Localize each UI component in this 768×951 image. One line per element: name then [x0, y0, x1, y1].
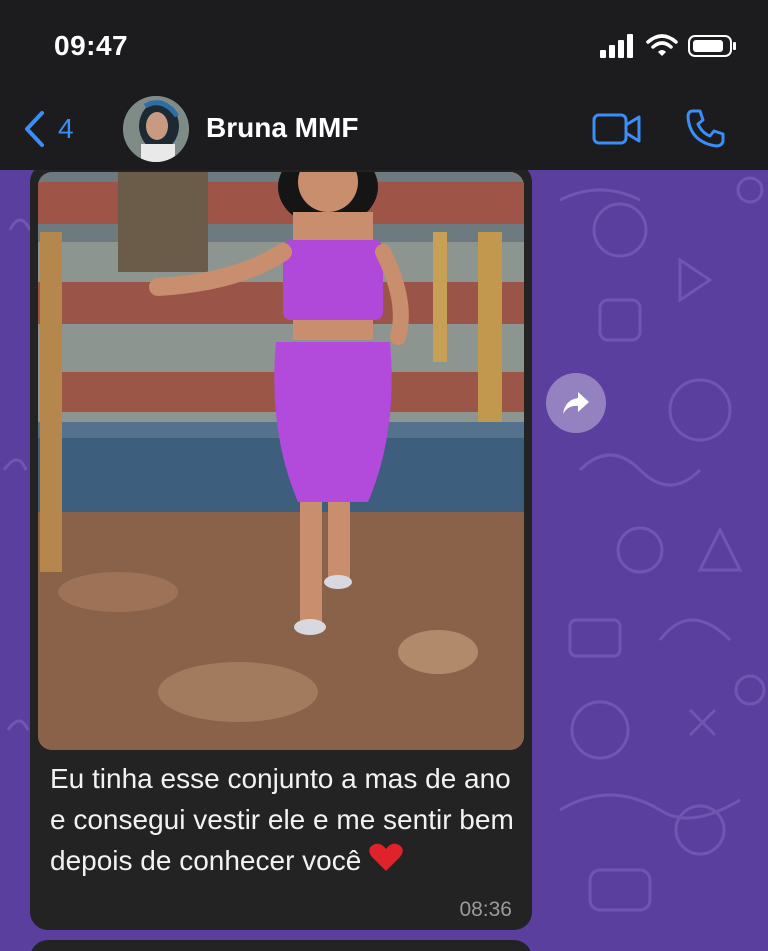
back-button[interactable]: 4: [22, 110, 74, 148]
chat-area[interactable]: Eu tinha esse conjunto a mas de ano e co…: [0, 170, 768, 951]
signal-icon: [600, 34, 633, 58]
message-bubble[interactable]: Eu tinha esse conjunto a mas de ano e co…: [30, 170, 532, 930]
message-photo[interactable]: [38, 172, 524, 750]
unread-count: 4: [58, 113, 74, 144]
video-call-button[interactable]: [592, 112, 642, 151]
avatar[interactable]: [123, 96, 189, 162]
contact-name[interactable]: Bruna MMF: [206, 112, 358, 144]
voice-call-button[interactable]: [685, 108, 725, 153]
video-camera-icon: [592, 113, 641, 145]
forward-arrow-icon: [563, 392, 589, 414]
message-timestamp: 08:36: [459, 898, 512, 921]
status-time: 09:47: [54, 30, 129, 61]
phone-icon: [686, 109, 725, 148]
chat-header: 4 Bruna MMF: [0, 90, 768, 170]
status-bar: 09:47: [0, 0, 768, 90]
message-text: Eu tinha esse conjunto a mas de ano e co…: [50, 758, 520, 883]
battery-icon: [688, 35, 736, 57]
status-icons: [600, 34, 738, 58]
chevron-left-icon: [25, 111, 44, 147]
wifi-icon: [646, 34, 678, 56]
next-message-bubble[interactable]: [30, 940, 532, 951]
message-body: Eu tinha esse conjunto a mas de ano e co…: [50, 763, 514, 876]
heart-icon: [369, 842, 404, 883]
forward-button[interactable]: [546, 373, 606, 433]
